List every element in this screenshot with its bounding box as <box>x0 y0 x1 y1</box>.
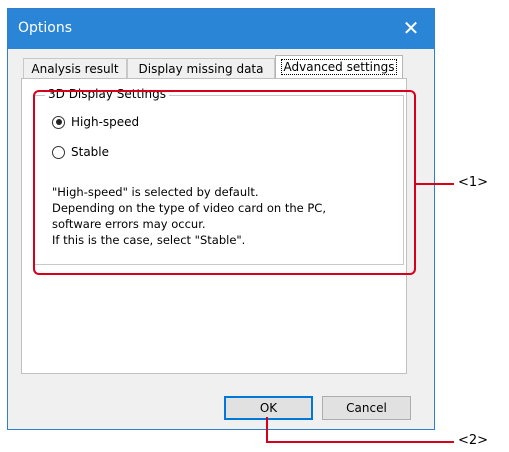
callout-label-2: <2> <box>458 433 489 448</box>
close-icon[interactable]: ✕ <box>400 17 422 39</box>
callout-highlight-1 <box>33 90 416 275</box>
window-title: Options <box>18 20 73 36</box>
tab-display-missing-data[interactable]: Display missing data <box>127 58 275 78</box>
ok-button[interactable]: OK <box>224 396 313 420</box>
callout-line-2-horizontal <box>266 441 454 443</box>
cancel-button[interactable]: Cancel <box>322 396 411 420</box>
callout-label-1: <1> <box>458 175 489 190</box>
callout-line-1 <box>416 183 454 185</box>
tab-label: Advanced settings <box>280 59 398 75</box>
callout-line-2-vertical <box>266 417 268 442</box>
tab-advanced-settings[interactable]: Advanced settings <box>275 55 403 79</box>
tab-label: Display missing data <box>138 62 264 76</box>
tab-analysis-result[interactable]: Analysis result <box>23 58 127 78</box>
tab-label: Analysis result <box>31 62 119 76</box>
title-bar: Options ✕ <box>8 9 434 49</box>
